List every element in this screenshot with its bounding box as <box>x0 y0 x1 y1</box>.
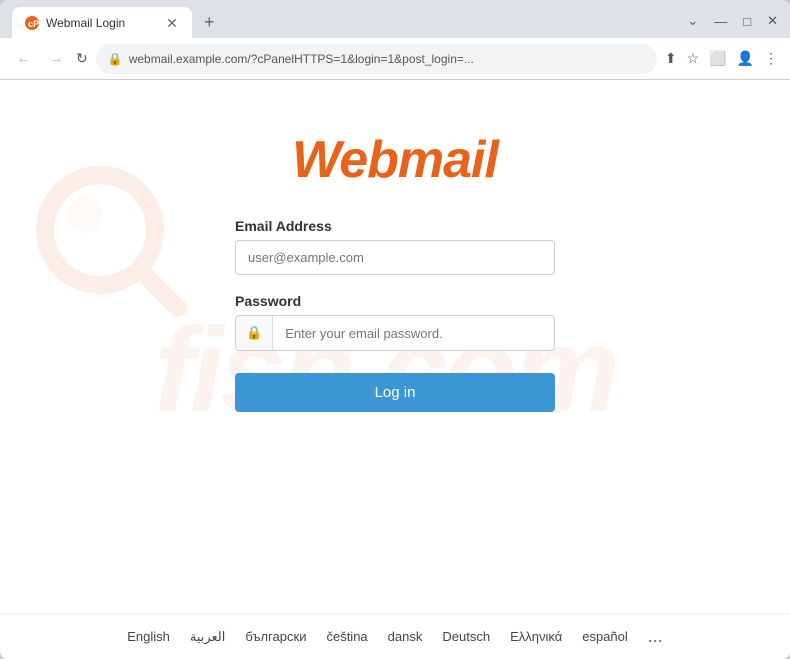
lang-czech[interactable]: čeština <box>326 629 367 644</box>
url-text: webmail.example.com/?cPanelHTTPS=1&login… <box>129 52 645 66</box>
tab-title: Webmail Login <box>46 16 125 30</box>
address-bar: ← → ↻ 🔒 webmail.example.com/?cPanelHTTPS… <box>0 38 790 80</box>
chevron-down-icon: ⌄ <box>687 13 698 29</box>
lang-english[interactable]: English <box>127 629 170 644</box>
title-bar: cP Webmail Login ✕ + ⌄ — □ ✕ <box>0 0 790 38</box>
user-icon[interactable]: 👤 <box>737 50 754 67</box>
password-field-group: Password 🔒 <box>235 293 555 351</box>
more-languages-button[interactable]: ... <box>648 626 663 647</box>
browser-window: cP Webmail Login ✕ + ⌄ — □ ✕ ← → ↻ 🔒 web… <box>0 0 790 659</box>
lang-danish[interactable]: dansk <box>388 629 423 644</box>
lang-bulgarian[interactable]: български <box>245 629 306 644</box>
email-input[interactable] <box>235 240 555 275</box>
tab-bar: cP Webmail Login ✕ + <box>12 7 679 39</box>
window-controls: ⌄ — □ ✕ <box>687 13 778 29</box>
login-container: Webmail Email Address Password 🔒 <box>0 100 790 412</box>
password-label: Password <box>235 293 555 309</box>
lock-password-icon: 🔒 <box>236 316 273 350</box>
email-field-group: Email Address <box>235 218 555 275</box>
reload-button[interactable]: ↻ <box>76 50 88 67</box>
menu-icon[interactable]: ⋮ <box>764 50 778 67</box>
lang-spanish[interactable]: español <box>582 629 628 644</box>
lang-arabic[interactable]: العربية <box>190 629 226 645</box>
lang-greek[interactable]: Ελληνικά <box>510 629 562 644</box>
login-form: Email Address Password 🔒 Log in <box>235 218 555 412</box>
maximize-button[interactable]: □ <box>743 14 751 29</box>
active-tab[interactable]: cP Webmail Login ✕ <box>12 7 192 39</box>
page-content: fish.com Webmail Email Address Password <box>0 80 790 659</box>
page-inner: fish.com Webmail Email Address Password <box>0 80 790 659</box>
close-button[interactable]: ✕ <box>767 13 778 29</box>
address-bar-actions: ⬆ ☆ ⬜ 👤 ⋮ <box>665 50 778 67</box>
back-button[interactable]: ← <box>12 48 36 70</box>
lock-icon: 🔒 <box>108 52 123 66</box>
profile-icon[interactable]: ⬜ <box>709 50 726 67</box>
language-bar: English العربية български čeština dansk … <box>0 613 790 659</box>
new-tab-button[interactable]: + <box>198 12 221 33</box>
share-icon[interactable]: ⬆ <box>665 50 677 67</box>
minimize-button[interactable]: — <box>714 14 727 29</box>
forward-button[interactable]: → <box>44 48 68 70</box>
webmail-logo: Webmail <box>292 130 498 190</box>
url-bar[interactable]: 🔒 webmail.example.com/?cPanelHTTPS=1&log… <box>96 44 657 74</box>
lang-german[interactable]: Deutsch <box>442 629 490 644</box>
email-label: Email Address <box>235 218 555 234</box>
password-wrapper: 🔒 <box>235 315 555 351</box>
tab-favicon: cP <box>24 15 40 31</box>
login-button[interactable]: Log in <box>235 373 555 412</box>
svg-text:cP: cP <box>28 19 39 29</box>
tab-close-button[interactable]: ✕ <box>164 15 180 32</box>
password-input[interactable] <box>273 317 554 350</box>
bookmark-icon[interactable]: ☆ <box>687 50 700 67</box>
